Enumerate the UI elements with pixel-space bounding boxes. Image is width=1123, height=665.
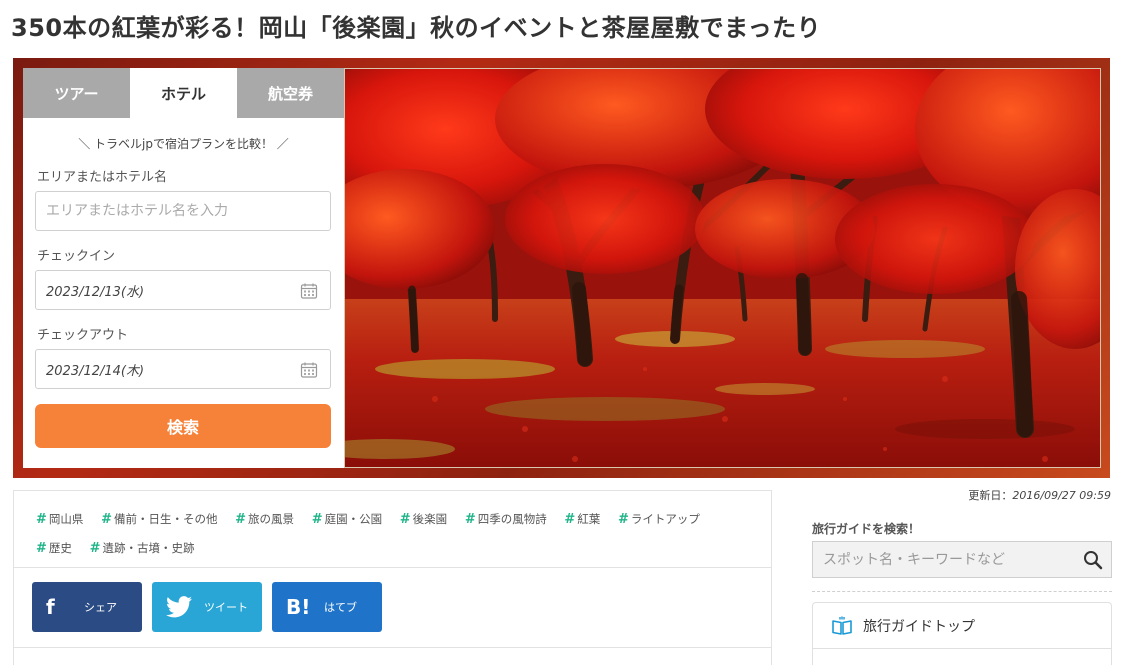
tag-item[interactable]: # 四季の風物詩 bbox=[465, 505, 547, 534]
tab-flight[interactable]: 航空券 bbox=[237, 68, 344, 118]
checkout-date: 2023/12/14(木) bbox=[46, 363, 145, 379]
sidebar-menu: 旅行ガイドトップ bbox=[812, 602, 1112, 665]
area-field[interactable] bbox=[35, 191, 331, 231]
checkout-label: チェックアウト bbox=[37, 328, 129, 343]
updated-label: 更新日： bbox=[968, 489, 1013, 502]
tab-hotel[interactable]: ホテル bbox=[130, 68, 237, 118]
twitter-icon bbox=[166, 596, 204, 618]
tag-label: 歴史 bbox=[48, 541, 72, 555]
checkin-field[interactable]: 2023/12/13(水) bbox=[35, 270, 331, 310]
tag-item[interactable]: # 旅の風景 bbox=[235, 505, 294, 534]
hotel-search-button[interactable]: 検索 bbox=[35, 404, 331, 448]
tag-item[interactable]: # 庭園・公園 bbox=[312, 505, 382, 534]
tag-label: 庭園・公園 bbox=[324, 512, 383, 526]
tag-label: 備前・日生・その他 bbox=[113, 512, 218, 526]
sidebar-item-label: 旅行ガイドトップ bbox=[863, 618, 975, 635]
calendar-icon[interactable] bbox=[300, 361, 318, 379]
tag-label: 旅の風景 bbox=[248, 512, 295, 526]
tag-item[interactable]: # 遺跡・古墳・史跡 bbox=[90, 534, 195, 563]
checkin-date: 2023/12/13(水) bbox=[46, 284, 145, 300]
tag-label: ライトアップ bbox=[630, 512, 700, 526]
guide-search-input[interactable] bbox=[813, 551, 1073, 568]
tag-label: 四季の風物詩 bbox=[477, 512, 547, 526]
article-meta-card: # 岡山県 # 備前・日生・その他 # 旅の風景 # 庭園・公園 # 後楽園 # 四季の風物… bbox=[13, 490, 772, 665]
booking-tabs: ツアー ホテル 航空券 bbox=[23, 68, 344, 118]
facebook-share-button[interactable]: f シェア bbox=[32, 582, 142, 632]
guide-search-box[interactable] bbox=[812, 541, 1112, 578]
book-icon bbox=[832, 616, 852, 635]
page-title: 350本の紅葉が彩る！岡山「後楽園」秋のイベントと茶屋屋敷でまったり bbox=[11, 14, 822, 42]
tag-item[interactable]: # 歴史 bbox=[36, 534, 72, 563]
twitter-share-button[interactable]: ツイート bbox=[152, 582, 262, 632]
foliage-illustration bbox=[345, 69, 1100, 467]
tag-list: # 岡山県 # 備前・日生・その他 # 旅の風景 # 庭園・公園 # 後楽園 # 四季の風物… bbox=[14, 491, 771, 567]
sidebar-search-title: 旅行ガイドを検索！ bbox=[812, 522, 921, 536]
share-buttons: f シェア ツイート B! はてブ bbox=[32, 582, 382, 632]
hero-section: ツアー ホテル 航空券 ＼ トラベルjpで宿泊プランを比較！ ／ エリアまたはホ… bbox=[13, 58, 1110, 478]
tag-item[interactable]: # 岡山県 bbox=[36, 505, 83, 534]
tag-label: 紅葉 bbox=[577, 512, 601, 526]
divider bbox=[14, 567, 771, 568]
magnifier-icon[interactable] bbox=[1083, 550, 1103, 570]
facebook-icon: f bbox=[46, 595, 55, 619]
autumn-foliage-photo bbox=[344, 68, 1101, 468]
area-input[interactable] bbox=[46, 203, 320, 219]
facebook-share-label: シェア bbox=[84, 601, 117, 614]
sidebar-item-guide-top[interactable]: 旅行ガイドトップ bbox=[813, 603, 1111, 649]
checkin-label: チェックイン bbox=[37, 249, 116, 264]
tag-label: 遺跡・古墳・史跡 bbox=[102, 541, 195, 555]
updated-value: 2016/09/27 09:59 bbox=[1012, 489, 1111, 502]
updated-date: 更新日：2016/09/27 09:59 bbox=[968, 487, 1111, 503]
hotel-search-panel: ツアー ホテル 航空券 ＼ トラベルjpで宿泊プランを比較！ ／ エリアまたはホ… bbox=[23, 68, 344, 468]
hatena-icon: B! bbox=[286, 595, 311, 619]
tag-item[interactable]: # 備前・日生・その他 bbox=[101, 505, 217, 534]
checkout-field[interactable]: 2023/12/14(木) bbox=[35, 349, 331, 389]
tag-item[interactable]: # ライトアップ bbox=[618, 505, 700, 534]
tab-tour[interactable]: ツアー bbox=[23, 68, 130, 118]
area-label: エリアまたはホテル名 bbox=[37, 170, 168, 185]
tag-item[interactable]: # 後楽園 bbox=[400, 505, 447, 534]
twitter-share-label: ツイート bbox=[204, 601, 248, 614]
tag-label: 岡山県 bbox=[48, 512, 84, 526]
divider bbox=[14, 647, 771, 648]
hatena-label: はてブ bbox=[324, 601, 357, 614]
sidebar-divider bbox=[812, 591, 1112, 592]
panel-tagline: ＼ トラベルjpで宿泊プランを比較！ ／ bbox=[78, 137, 289, 151]
calendar-icon[interactable] bbox=[300, 282, 318, 300]
hatena-bookmark-button[interactable]: B! はてブ bbox=[272, 582, 382, 632]
tag-label: 後楽園 bbox=[412, 512, 448, 526]
tag-item[interactable]: # 紅葉 bbox=[564, 505, 600, 534]
